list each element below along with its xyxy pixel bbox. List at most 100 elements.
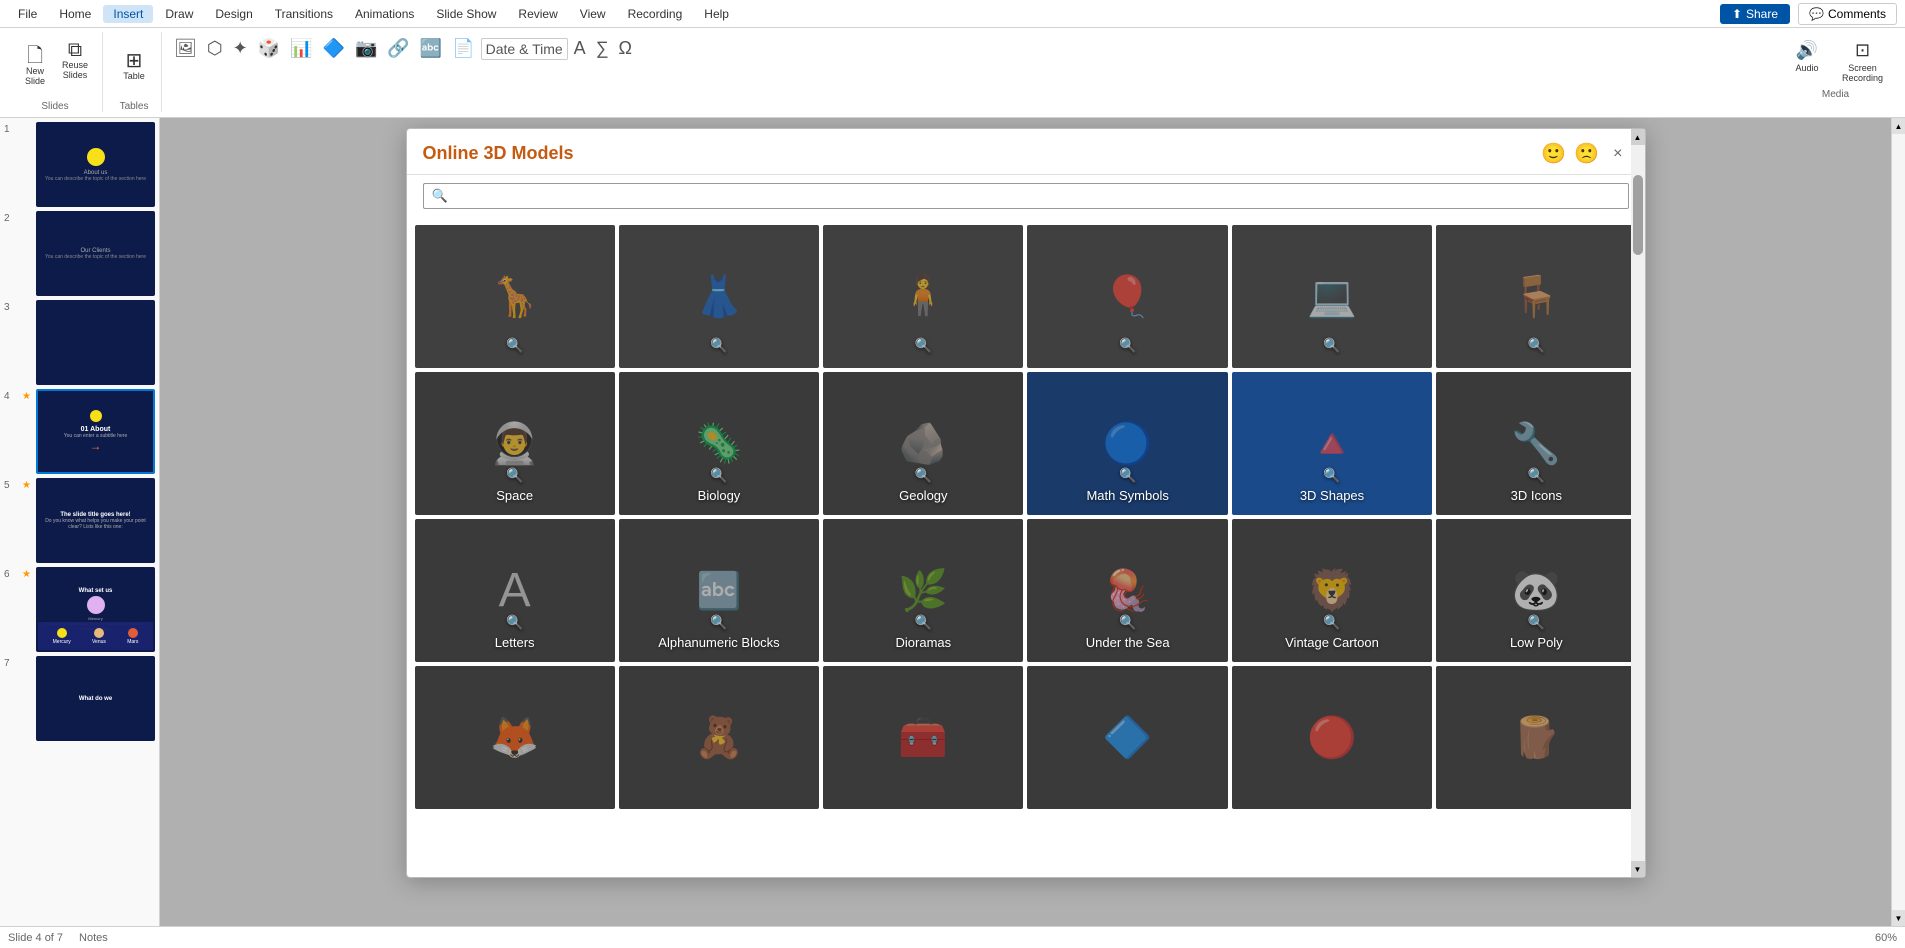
3d-models-icon[interactable]: 🎲 bbox=[254, 36, 284, 61]
math-thumb: 🔵 bbox=[1027, 372, 1227, 515]
dialog-content: 🦒 🔍 👗 🔍 🧍 bbox=[407, 217, 1645, 877]
main-scrollbar: ▲ ▼ bbox=[1891, 118, 1905, 926]
dialog-close-button[interactable]: × bbox=[1607, 143, 1628, 165]
model-card-biology[interactable]: 🦠 🔍 Biology bbox=[619, 372, 819, 515]
reuse-slides-button[interactable]: ⧉ ReuseSlides bbox=[56, 36, 94, 84]
slide-star-4: ★ bbox=[22, 389, 32, 402]
menu-transitions[interactable]: Transitions bbox=[265, 5, 343, 23]
menu-recording[interactable]: Recording bbox=[618, 5, 693, 23]
menu-insert[interactable]: Insert bbox=[103, 5, 153, 23]
model-card-vintage-cartoon[interactable]: 🦁 🔍 Vintage Cartoon bbox=[1232, 519, 1432, 662]
screenshot-icon[interactable]: 📷 bbox=[351, 36, 381, 61]
slide-panel: 1 About us You can describe the topic of… bbox=[0, 118, 160, 926]
model-card-furniture[interactable]: 🪑 🔍 bbox=[1436, 225, 1636, 368]
audio-button[interactable]: 🔊 Audio bbox=[1782, 36, 1832, 77]
main-scroll-up[interactable]: ▲ bbox=[1892, 118, 1905, 134]
screen-recording-button[interactable]: ⊡ ScreenRecording bbox=[1836, 36, 1889, 87]
model-card-people[interactable]: 🧍 🔍 bbox=[823, 225, 1023, 368]
model-card-balloons[interactable]: 🎈 🔍 bbox=[1027, 225, 1227, 368]
menu-view[interactable]: View bbox=[570, 5, 616, 23]
slide-thumb-5[interactable]: 5 ★ The slide title goes here! Do you kn… bbox=[4, 478, 155, 563]
menu-review[interactable]: Review bbox=[508, 5, 567, 23]
positive-feedback-button[interactable]: 🙂 bbox=[1541, 141, 1566, 166]
new-slide-button[interactable]: 🗋 NewSlide bbox=[16, 36, 54, 96]
equation-icon[interactable]: ∑ bbox=[592, 36, 613, 61]
text-box-icon[interactable]: 🔤 bbox=[416, 36, 446, 61]
model-card-r4-6[interactable]: 🪵 bbox=[1436, 666, 1636, 809]
main-scroll-down[interactable]: ▼ bbox=[1892, 910, 1905, 926]
ribbon-group-media: 🔊 Audio ⊡ ScreenRecording Media bbox=[1774, 32, 1897, 100]
links-icon[interactable]: 🔗 bbox=[383, 36, 413, 61]
menu-animations[interactable]: Animations bbox=[345, 5, 424, 23]
model-card-dioramas[interactable]: 🌿 🔍 Dioramas bbox=[823, 519, 1023, 662]
r4-4-thumb: 🔷 bbox=[1027, 666, 1227, 809]
scroll-thumb[interactable] bbox=[1633, 175, 1643, 255]
letters-thumb: A bbox=[415, 519, 615, 662]
model-card-fashion[interactable]: 👗 🔍 bbox=[619, 225, 819, 368]
smartart-icon[interactable]: 🔷 bbox=[319, 36, 349, 61]
table-button[interactable]: ⊞ Table bbox=[115, 36, 153, 96]
search-icon: 🔍 bbox=[432, 188, 448, 204]
model-card-math-symbols[interactable]: 🔵 🔍 Math Symbols bbox=[1027, 372, 1227, 515]
new-slide-icon: 🗋 bbox=[27, 46, 43, 66]
status-bar: Slide 4 of 7 Notes 60% bbox=[0, 926, 1905, 948]
model-card-r4-2[interactable]: 🧸 bbox=[619, 666, 819, 809]
menu-file[interactable]: File bbox=[8, 5, 47, 23]
dialog-actions: 🙂 🙁 × bbox=[1541, 141, 1628, 166]
model-card-r4-5[interactable]: 🔴 bbox=[1232, 666, 1432, 809]
slide-num-4: 4 bbox=[4, 389, 18, 402]
r4-5-thumb: 🔴 bbox=[1232, 666, 1432, 809]
notes-button[interactable]: Notes bbox=[79, 932, 108, 944]
symbol-icon[interactable]: Ω bbox=[615, 36, 636, 61]
menu-slideshow[interactable]: Slide Show bbox=[426, 5, 506, 23]
model-card-r4-1[interactable]: 🦊 bbox=[415, 666, 615, 809]
model-card-r4-4[interactable]: 🔷 bbox=[1027, 666, 1227, 809]
comments-button[interactable]: 💬 Comments bbox=[1798, 3, 1897, 25]
search-input[interactable] bbox=[452, 189, 1620, 204]
model-card-space[interactable]: 👨‍🚀 🔍 Space bbox=[415, 372, 615, 515]
date-time-button[interactable]: Date & Time bbox=[481, 38, 568, 60]
model-card-3d-icons[interactable]: 🔧 🔍 3D Icons bbox=[1436, 372, 1636, 515]
main-area: 1 About us You can describe the topic of… bbox=[0, 118, 1905, 926]
r4-1-thumb: 🦊 bbox=[415, 666, 615, 809]
icons-icon[interactable]: ✦ bbox=[229, 36, 252, 61]
slide-num-2: 2 bbox=[4, 211, 18, 224]
menu-home[interactable]: Home bbox=[49, 5, 101, 23]
ribbon-media-items: 🔊 Audio ⊡ ScreenRecording bbox=[1782, 32, 1889, 87]
menu-help[interactable]: Help bbox=[694, 5, 739, 23]
menu-design[interactable]: Design bbox=[205, 5, 262, 23]
ribbon-insert-tools: 🖼 ⬡ ✦ 🎲 📊 🔷 📷 🔗 🔤 📄 Date & Time A ∑ Ω bbox=[166, 32, 640, 61]
scroll-up-button[interactable]: ▲ bbox=[1631, 129, 1645, 145]
model-grid-row2: 👨‍🚀 🔍 Space 🦠 🔍 Biology bbox=[415, 372, 1637, 515]
model-card-3d-shapes[interactable]: 🔺 🔍 3D Shapes bbox=[1232, 372, 1432, 515]
slide-thumb-6[interactable]: 6 ★ What set us Mercury Mercury is the c… bbox=[4, 567, 155, 652]
model-card-letters[interactable]: A 🔍 Letters bbox=[415, 519, 615, 662]
negative-feedback-button[interactable]: 🙁 bbox=[1574, 141, 1599, 166]
slide-img-3 bbox=[36, 300, 155, 385]
shapes-icon[interactable]: ⬡ bbox=[203, 36, 227, 61]
slide-thumb-4[interactable]: 4 ★ 01 About You can enter a subtitle he… bbox=[4, 389, 155, 474]
model-card-under-sea[interactable]: 🪼 🔍 Under the Sea bbox=[1027, 519, 1227, 662]
r4-2-thumb: 🧸 bbox=[619, 666, 819, 809]
ribbon-media-label: Media bbox=[1782, 89, 1889, 100]
audio-icon: 🔊 bbox=[1796, 40, 1818, 61]
scroll-down-button[interactable]: ▼ bbox=[1631, 861, 1645, 877]
slide-num-1: 1 bbox=[4, 122, 18, 135]
model-card-laptops[interactable]: 💻 🔍 bbox=[1232, 225, 1432, 368]
r4-3-thumb: 🧰 bbox=[823, 666, 1023, 809]
header-footer-icon[interactable]: 📄 bbox=[448, 36, 478, 61]
word-art-icon[interactable]: A bbox=[570, 36, 590, 61]
model-card-animals[interactable]: 🦒 🔍 bbox=[415, 225, 615, 368]
menu-draw[interactable]: Draw bbox=[155, 5, 203, 23]
pictures-icon[interactable]: 🖼 bbox=[170, 36, 201, 61]
model-card-alphanumeric[interactable]: 🔤 🔍 Alphanumeric Blocks bbox=[619, 519, 819, 662]
charts-icon[interactable]: 📊 bbox=[286, 36, 316, 61]
model-card-low-poly[interactable]: 🐼 🔍 Low Poly bbox=[1436, 519, 1636, 662]
slide-thumb-1[interactable]: 1 About us You can describe the topic of… bbox=[4, 122, 155, 207]
slide-thumb-7[interactable]: 7 What do we bbox=[4, 656, 155, 741]
slide-thumb-3[interactable]: 3 bbox=[4, 300, 155, 385]
share-button[interactable]: ⬆ Share bbox=[1720, 4, 1790, 24]
slide-thumb-2[interactable]: 2 Our Clients You can describe the topic… bbox=[4, 211, 155, 296]
model-card-r4-3[interactable]: 🧰 bbox=[823, 666, 1023, 809]
model-card-geology[interactable]: 🪨 🔍 Geology bbox=[823, 372, 1023, 515]
